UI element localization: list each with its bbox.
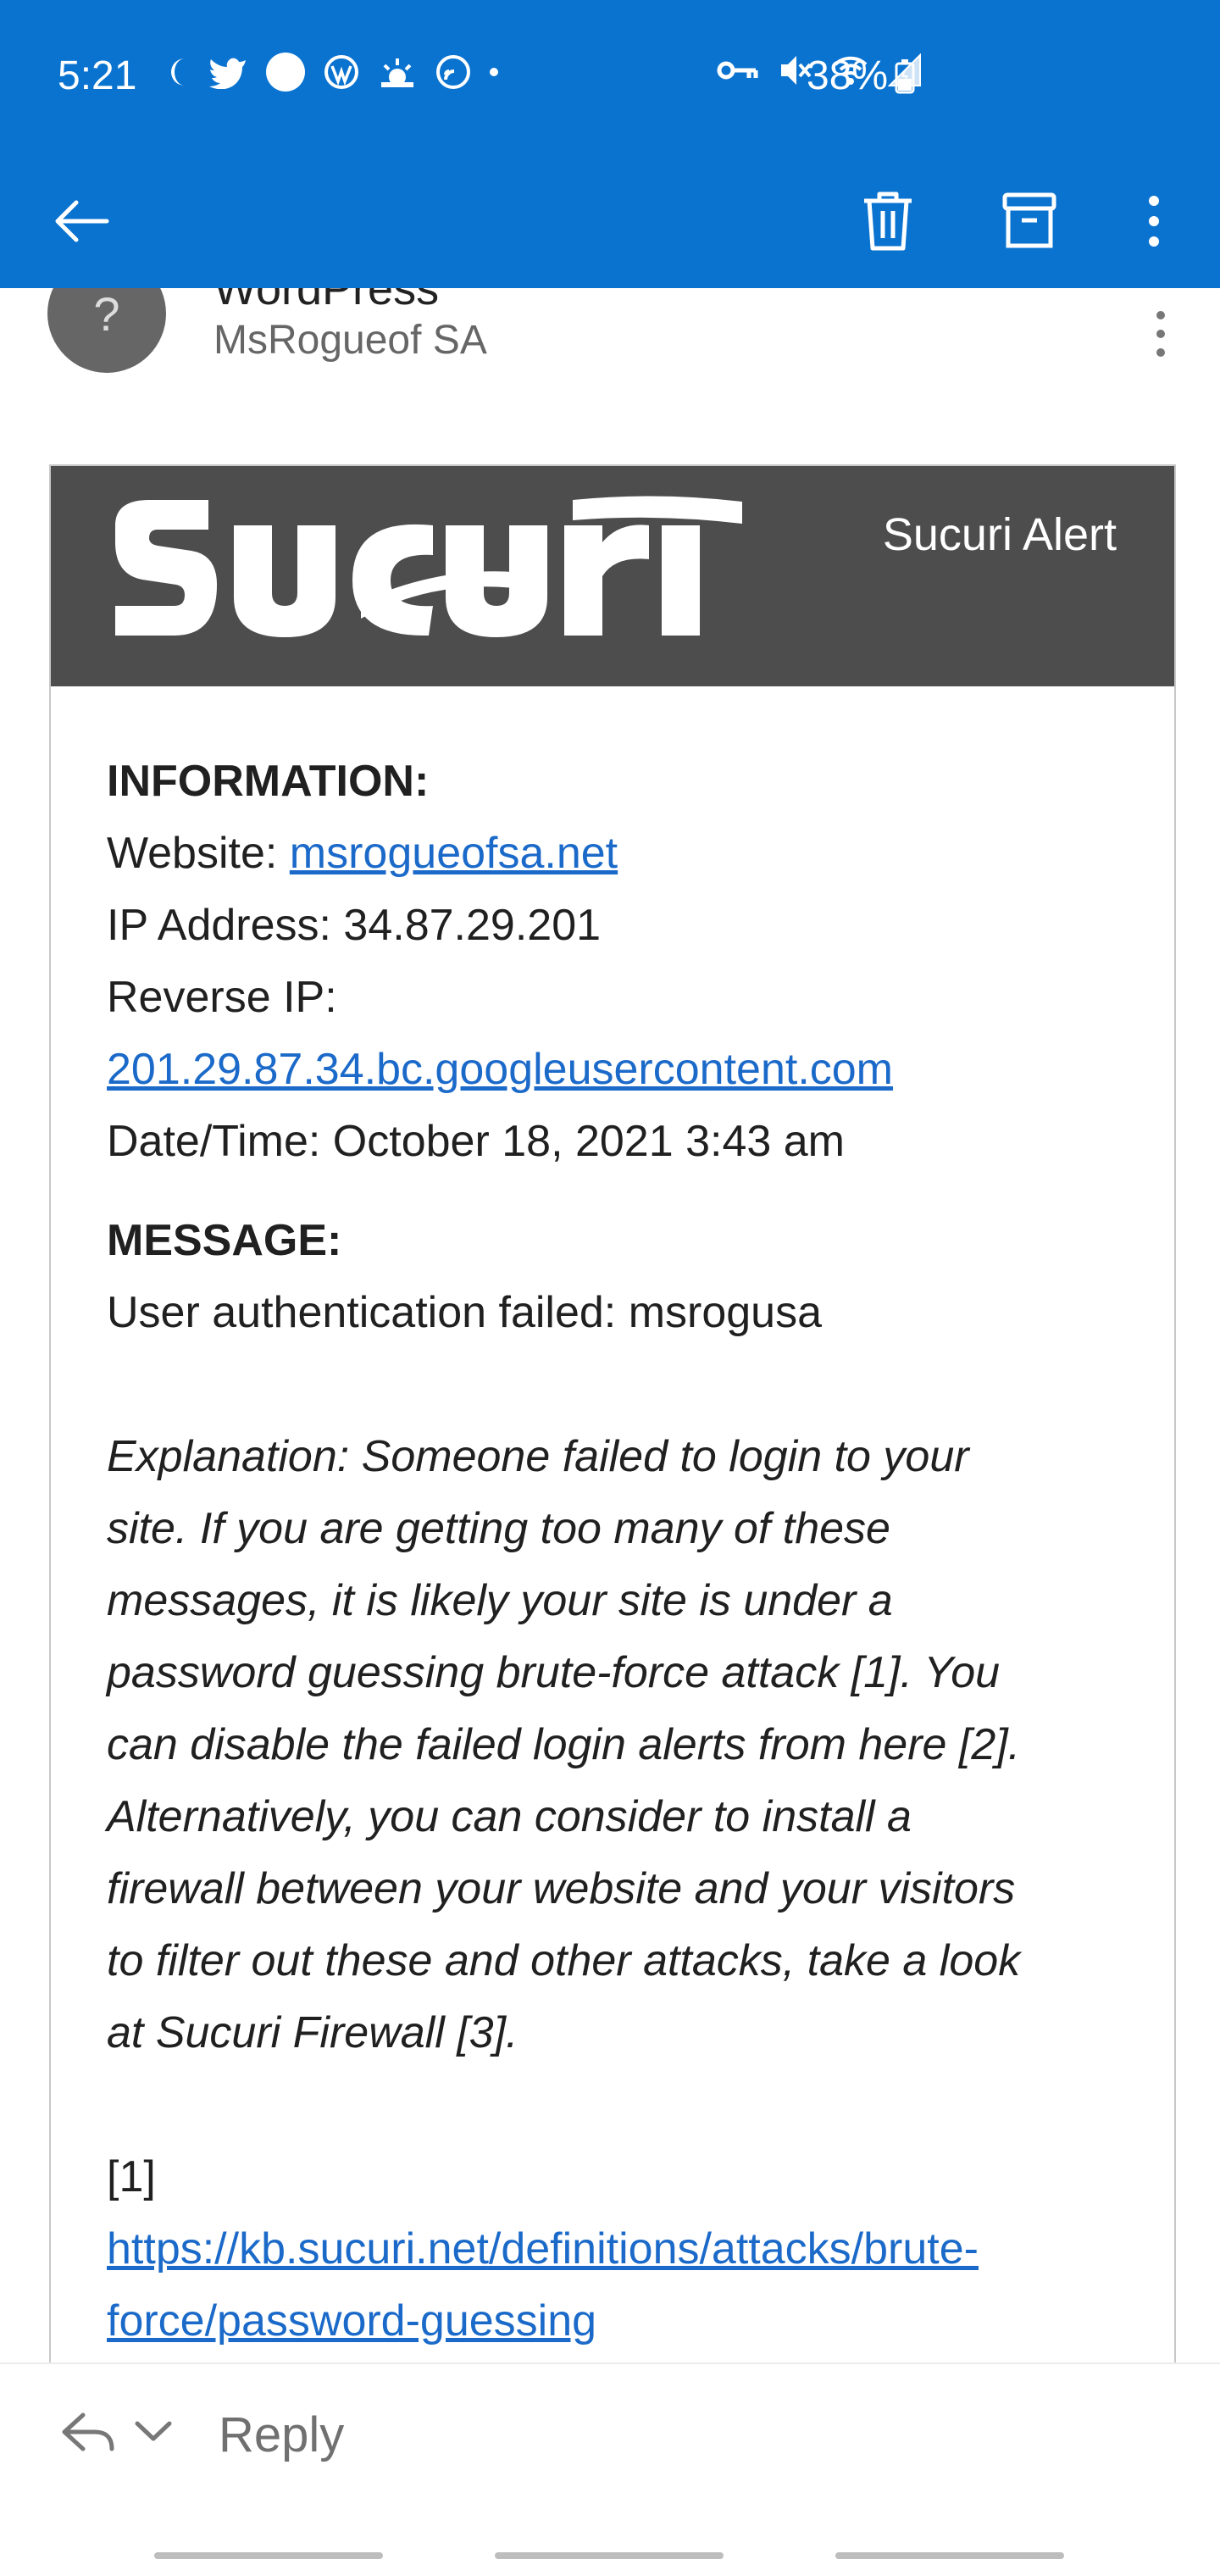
- dot-icon: [490, 68, 498, 76]
- archive-icon: [1002, 192, 1056, 248]
- reference-1-link[interactable]: https://kb.sucuri.net/definitions/attack…: [107, 2213, 1123, 2357]
- sender-row[interactable]: ? WordPress MsRogueof SA: [0, 254, 1220, 424]
- ip-address-line: IP Address: 34.87.29.201: [107, 901, 602, 950]
- explanation-line: messages, it is likely your site is unde…: [107, 1576, 893, 1625]
- weather-icon: [381, 58, 413, 87]
- more-options-button-top[interactable]: [1107, 175, 1201, 268]
- arrow-left-icon: [55, 200, 109, 242]
- status-time: 5:21: [58, 53, 137, 98]
- explanation-line: firewall between your website and your v…: [107, 1864, 1016, 1913]
- reference-1-link-line: https://kb.sucuri.net/definitions/attack…: [107, 2224, 979, 2273]
- wordpress-icon: [324, 55, 358, 89]
- reply-icon[interactable]: [58, 2407, 117, 2457]
- status-bar: 5:21 38%: [0, 0, 1220, 153]
- reply-button[interactable]: Reply: [219, 2407, 344, 2463]
- explanation-line: Alternatively, you can consider to insta…: [107, 1792, 912, 1841]
- explanation-line: at Sucuri Firewall [3].: [107, 2008, 518, 2057]
- datetime-line: Date/Time: October 18, 2021 3:43 am: [107, 1117, 845, 1166]
- system-nav-bar: [0, 2507, 1220, 2576]
- explanation-line: site. If you are getting too many of the…: [107, 1504, 890, 1553]
- moon-icon: [171, 58, 185, 86]
- nav-home-handle[interactable]: [495, 2552, 724, 2559]
- explanation-line: to filter out these and other attacks, t…: [107, 1936, 1021, 1985]
- reply-bar: Reply: [0, 2362, 1220, 2508]
- explanation-line: can disable the failed login alerts from…: [107, 1720, 1021, 1769]
- delete-button-top[interactable]: [841, 175, 934, 268]
- reverse-ip-label: Reverse IP:: [107, 973, 337, 1022]
- reference-1-label: [1]: [107, 2152, 156, 2201]
- information-heading: INFORMATION:: [107, 757, 430, 806]
- website-label: Website:: [107, 829, 290, 878]
- reference-1-link-line: force/password-guessing: [107, 2296, 597, 2346]
- key-icon: [717, 61, 758, 80]
- battery-indicator: 38%: [807, 53, 915, 99]
- circle-icon: [266, 53, 305, 92]
- more-vertical-icon: [1156, 311, 1165, 357]
- chevron-down-icon[interactable]: [132, 2417, 175, 2446]
- explanation-line: password guessing brute-force attack [1]…: [107, 1648, 1001, 1697]
- website-line: Website: msrogueofsa.net: [107, 818, 1123, 890]
- more-vertical-icon: [1149, 196, 1159, 247]
- battery-percent: 38%: [807, 53, 889, 98]
- recipient-name: MsRogueof SA: [214, 318, 487, 363]
- back-button-top[interactable]: [34, 175, 127, 268]
- brand-header: Sucuri Alert: [51, 466, 1174, 686]
- archive-button-top[interactable]: [983, 175, 1076, 268]
- app-toolbar-top: [0, 153, 1220, 288]
- status-icons-left: [166, 53, 498, 92]
- email-body: Sucuri Alert INFORMATION: Website: msrog…: [49, 464, 1176, 2364]
- reverse-ip-link[interactable]: 201.29.87.34.bc.googleusercontent.com: [107, 1045, 893, 1094]
- message-more-button[interactable]: [1135, 300, 1186, 368]
- trash-icon: [864, 192, 912, 251]
- email-content: INFORMATION: Website: msrogueofsa.net IP…: [107, 746, 1123, 2357]
- nav-recent-handle[interactable]: [154, 2552, 383, 2559]
- battery-charging-icon: [895, 58, 915, 93]
- website-link[interactable]: msrogueofsa.net: [290, 829, 618, 878]
- explanation-paragraph: Explanation: Someone failed to login to …: [107, 1421, 1123, 2069]
- explanation-line: Explanation: Someone failed to login to …: [107, 1432, 969, 1481]
- brand-alert-title: Sucuri Alert: [882, 509, 1117, 560]
- message-line: User authentication failed: msrogusa: [107, 1288, 823, 1337]
- message-heading: MESSAGE:: [107, 1216, 342, 1265]
- cast-icon: [436, 55, 470, 89]
- nav-back-handle[interactable]: [835, 2552, 1064, 2559]
- twitter-icon: [209, 58, 246, 89]
- sucuri-logo: [115, 496, 742, 637]
